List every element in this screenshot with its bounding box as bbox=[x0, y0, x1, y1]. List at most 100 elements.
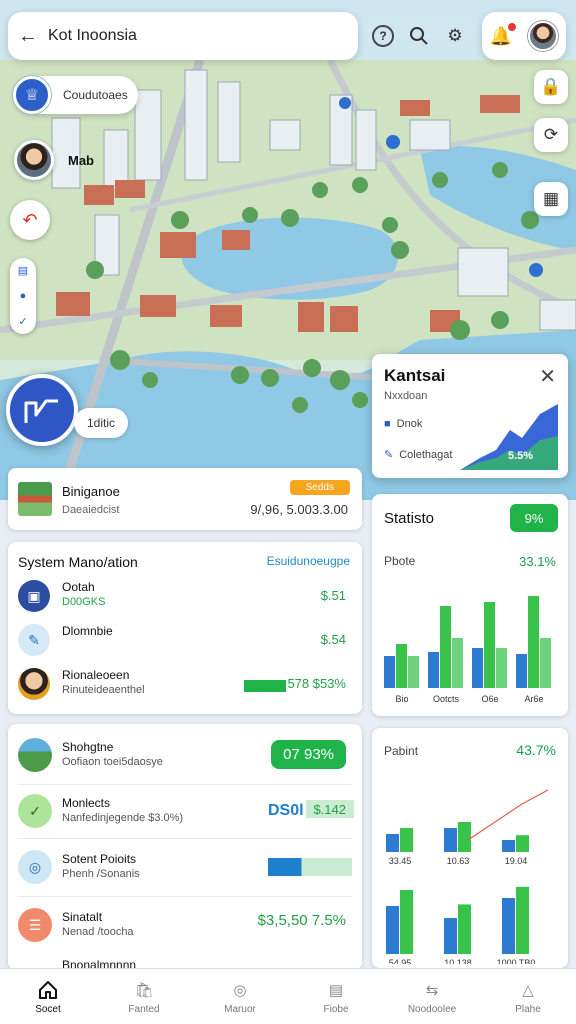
nav-item-fanted[interactable]: 🛍 Fanted bbox=[96, 969, 192, 1024]
stats-label: Pbote bbox=[384, 554, 416, 568]
target-icon: ◎ bbox=[18, 850, 52, 884]
clipboard-icon: ▣ bbox=[18, 580, 50, 612]
list-item[interactable]: Shohgtne Oofiaon toei5daosye 07 93% bbox=[18, 730, 352, 782]
chart-bar bbox=[408, 656, 419, 688]
chart-line-icon bbox=[24, 399, 58, 423]
analytics-fab[interactable] bbox=[6, 374, 78, 446]
bottom-navigation: Socet 🛍 Fanted ◎ Maruor ▤ Fiobe ⇆ Noodoo… bbox=[0, 968, 576, 1024]
patients-card: Pabint 43.7% 33.45 10.63 19.04 54 95 10 138 1… bbox=[372, 728, 568, 968]
route-icon[interactable]: ↶ bbox=[10, 200, 50, 240]
chart-bar bbox=[444, 918, 457, 954]
bin-badge: Sedds bbox=[289, 480, 350, 495]
shops-card: Shohgtne Oofiaon toei5daosye 07 93% ✓ Mo… bbox=[8, 724, 362, 970]
nav-item-plahe[interactable]: △ Plahe bbox=[480, 969, 576, 1024]
tool-column: ▤ ● ✓ bbox=[10, 258, 36, 334]
pencil-icon: ✎ bbox=[384, 449, 394, 461]
system-card: System Mano/ation Esuidunoeugpe ▣ Ootah … bbox=[8, 542, 362, 714]
divider bbox=[18, 838, 352, 839]
chart-bar bbox=[472, 648, 483, 688]
layer-chip[interactable]: ♕ Coudutoaes bbox=[13, 76, 138, 114]
nav-item-noodoolee[interactable]: ⇆ Noodoolee bbox=[384, 969, 480, 1024]
list-item[interactable]: ✓ Monlects Nanfedinjegende $3.0%) DS0l $… bbox=[18, 786, 354, 838]
chart-bar bbox=[452, 638, 463, 688]
page-title: Kot Inoonsia bbox=[48, 27, 137, 44]
user-avatar[interactable] bbox=[528, 21, 559, 51]
statistics-card: Statisto 9% Pbote 33.1% Bio Ootcts O6e Ar6e bbox=[372, 494, 568, 716]
popup-item-1: ■ Dnok bbox=[384, 418, 423, 430]
divider bbox=[18, 784, 352, 785]
x-tick-label: 10 138 bbox=[444, 958, 472, 964]
lock-icon[interactable]: 🔒 bbox=[534, 70, 568, 104]
recenter-icon[interactable]: ⟳ bbox=[534, 118, 568, 152]
top-actions: ? ⚙ bbox=[368, 14, 470, 58]
help-icon[interactable]: ? bbox=[368, 21, 398, 51]
person-avatar bbox=[14, 140, 54, 180]
close-icon[interactable]: ✕ bbox=[539, 364, 556, 389]
stats-value: 33.1% bbox=[519, 554, 556, 569]
bin-subtitle: Daeaiedcist bbox=[62, 504, 120, 516]
patients-value: 43.7% bbox=[516, 742, 556, 758]
bin-title: Biniganoe bbox=[62, 484, 120, 499]
popup-item-2: ✎ Colethagat bbox=[384, 449, 453, 461]
search-bar[interactable]: ← Kot Inoonsia bbox=[8, 12, 358, 60]
chart-bar bbox=[540, 638, 551, 688]
square-bullet-icon: ■ bbox=[384, 418, 391, 430]
home-icon bbox=[37, 979, 59, 1001]
landscape-icon bbox=[18, 738, 52, 772]
chart-bar bbox=[496, 648, 507, 688]
back-arrow-icon[interactable]: ← bbox=[8, 25, 48, 48]
chart-bar bbox=[396, 644, 407, 688]
person-chip[interactable]: Mab bbox=[14, 140, 94, 180]
stats-title: Statisto bbox=[384, 510, 435, 527]
nav-item-fiobe[interactable]: ▤ Fiobe bbox=[288, 969, 384, 1024]
list-item[interactable]: ▣ Ootah D00GKS $.51 bbox=[18, 576, 352, 616]
list-item[interactable]: ☰ Sinatalt Nenad /toocha $3,5,50 7.5% bbox=[18, 900, 352, 952]
chart-bar bbox=[502, 840, 515, 852]
notification-bell-icon[interactable]: 🔔 bbox=[490, 22, 517, 47]
progress-bar bbox=[244, 680, 286, 692]
notification-dot bbox=[508, 22, 517, 31]
patients-bar-chart: 33.45 10.63 19.04 54 95 10 138 1000 TB0 bbox=[386, 789, 549, 964]
x-tick-label: 1000 TB0 bbox=[497, 958, 536, 964]
nav-item-home[interactable]: Socet bbox=[0, 969, 96, 1024]
search-icon[interactable] bbox=[404, 21, 434, 51]
x-tick-label: 19.04 bbox=[505, 856, 528, 866]
chart-bar bbox=[384, 656, 395, 688]
chart-bar bbox=[458, 822, 471, 852]
list-item[interactable]: Rionaleoeen Rinuteideaenthel 578 $53% bbox=[18, 664, 352, 704]
layers-icon[interactable]: ▤ bbox=[18, 264, 28, 277]
system-link[interactable]: Esuidunoeugpe bbox=[267, 554, 350, 568]
x-tick-label: 10.63 bbox=[447, 856, 470, 866]
patients-label: Pabint bbox=[384, 744, 419, 758]
x-tick-label: 54 95 bbox=[389, 958, 412, 964]
bag-icon: 🛍 bbox=[134, 981, 154, 999]
chart-bar bbox=[458, 904, 471, 954]
popup-title: Kantsai bbox=[384, 366, 446, 385]
x-tick-label: 33.45 bbox=[389, 856, 412, 866]
location-popup: Kantsai ✕ Nxxdoan ■ Dnok ✎ Colethagat 5.5% bbox=[372, 354, 568, 478]
pin-icon[interactable]: ● bbox=[20, 290, 27, 302]
stats-badge: 9% bbox=[510, 504, 558, 532]
bin-card[interactable]: Biniganoe Daeaiedcist Sedds 9/,96, 5.003… bbox=[8, 468, 362, 530]
bin-amount: 9/,96, 5.003.3.00 bbox=[250, 502, 348, 517]
person-label: Mab bbox=[68, 152, 94, 168]
list-item[interactable]: ✎ Dlomnbie $.54 bbox=[18, 620, 352, 660]
x-tick-label: O6e bbox=[481, 694, 498, 704]
warning-icon: △ bbox=[522, 981, 534, 999]
status-badge: 07 93% bbox=[271, 740, 346, 769]
x-tick-label: Bio bbox=[395, 694, 408, 704]
list-item[interactable]: ◎ Sotent Poioits Phenh /Sonanis bbox=[18, 842, 352, 894]
popup-value: 5.5% bbox=[508, 450, 534, 462]
map-tool-stack: ↶ ▤ ● ✓ bbox=[10, 200, 54, 340]
nav-item-maruor[interactable]: ◎ Maruor bbox=[192, 969, 288, 1024]
layer-chip-label: Coudutoaes bbox=[63, 88, 128, 102]
settings-gear-icon[interactable]: ⚙ bbox=[440, 21, 470, 51]
chart-bar bbox=[386, 834, 399, 852]
chart-bar bbox=[444, 828, 457, 852]
divider bbox=[18, 896, 352, 897]
trend-line bbox=[467, 789, 549, 841]
grid-nodes-icon[interactable]: ▦ bbox=[534, 182, 568, 216]
fab-label: 1ditic bbox=[74, 408, 128, 438]
list-icon: ☰ bbox=[18, 908, 52, 942]
check-icon[interactable]: ✓ bbox=[18, 315, 27, 328]
